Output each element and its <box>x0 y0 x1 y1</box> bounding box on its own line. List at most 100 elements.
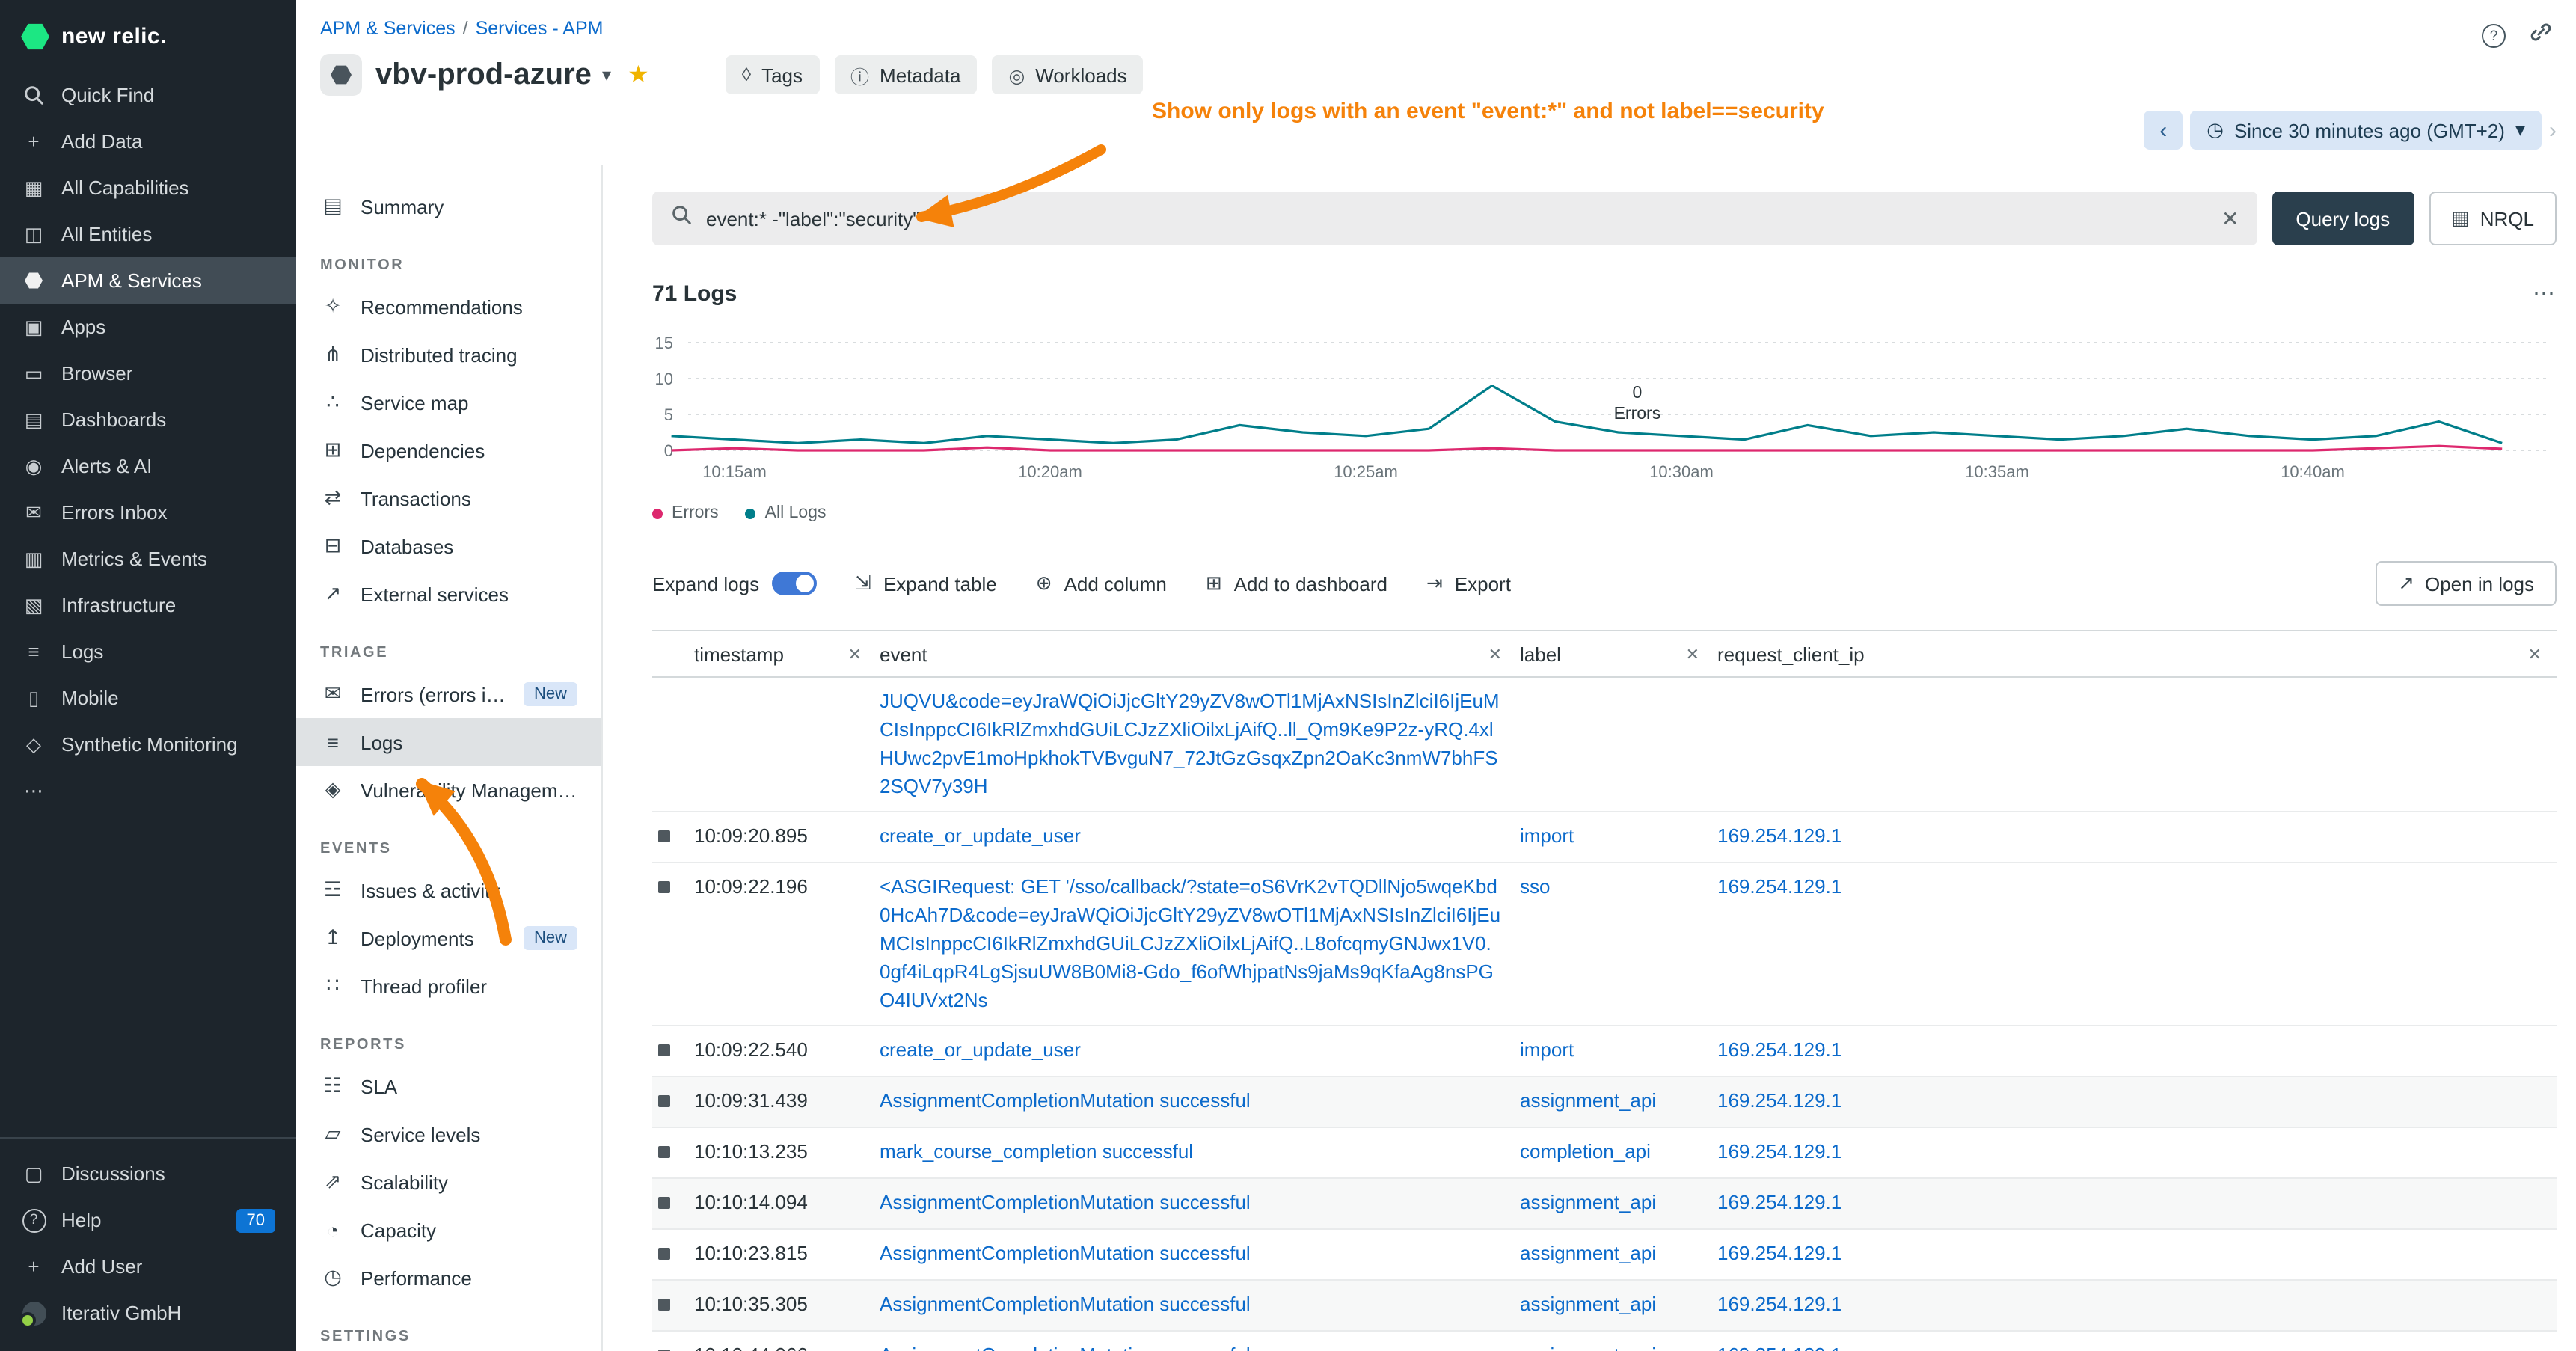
log-label-link[interactable]: assignment_api <box>1517 1230 1714 1279</box>
log-client-ip-link[interactable]: 169.254.129.1 <box>1714 1078 2557 1127</box>
help-icon[interactable]: ? <box>2482 24 2506 48</box>
service-nav-item-service-levels[interactable]: ▱Service levels <box>296 1110 601 1158</box>
log-event-link[interactable]: AssignmentCompletionMutation successful <box>877 1280 1517 1329</box>
sidebar-item-logs[interactable]: ≡Logs <box>0 628 296 675</box>
export-button[interactable]: ⇥ Export <box>1426 572 1511 595</box>
sidebar-item-quick-find[interactable]: Quick Find <box>0 72 296 118</box>
service-nav-item-service-map[interactable]: ∴Service map <box>296 379 601 426</box>
column-header-event[interactable]: event✕ <box>877 643 1517 665</box>
service-nav-item-transactions[interactable]: ⇄Transactions <box>296 474 601 522</box>
log-event-link[interactable]: AssignmentCompletionMutation successful <box>877 1078 1517 1127</box>
column-header-label[interactable]: label✕ <box>1517 643 1714 665</box>
log-label-link[interactable]: import <box>1517 813 1714 863</box>
sidebar-item-iterativ-gmbh[interactable]: Iterativ GmbH <box>0 1290 296 1336</box>
log-row[interactable]: 10:10:14.094AssignmentCompletionMutation… <box>652 1179 2557 1230</box>
sidebar-item-apm-services[interactable]: APM & Services <box>0 257 296 304</box>
favorite-star-icon[interactable]: ★ <box>628 60 649 90</box>
log-client-ip-link[interactable]: 169.254.129.1 <box>1714 1128 2557 1177</box>
time-back-button[interactable]: ‹ <box>2144 111 2183 150</box>
sidebar-item-synthetic-monitoring[interactable]: ◇Synthetic Monitoring <box>0 721 296 768</box>
sidebar-item-apps[interactable]: ▣Apps <box>0 304 296 350</box>
service-nav-item-databases[interactable]: ⊟Databases <box>296 522 601 570</box>
service-nav-item-deployments[interactable]: ↥DeploymentsNew <box>296 914 601 962</box>
log-row[interactable]: 10:10:44.066AssignmentCompletionMutation… <box>652 1331 2557 1351</box>
service-nav-item-issues-activity[interactable]: ☲Issues & activity <box>296 866 601 914</box>
service-nav-item-capacity[interactable]: ◔Capacity <box>296 1206 601 1254</box>
add-column-button[interactable]: ⊕ Add column <box>1036 572 1167 595</box>
sidebar-item-alerts-ai[interactable]: ◉Alerts & AI <box>0 443 296 489</box>
metadata-button[interactable]: ⓘ Metadata <box>834 55 977 94</box>
logs-query-input[interactable]: event:* -"label":"security" ✕ <box>652 192 2257 245</box>
row-marker-icon[interactable] <box>658 1197 670 1209</box>
entity-switcher-caret-icon[interactable]: ▾ <box>602 64 611 85</box>
log-row[interactable]: 10:10:35.305AssignmentCompletionMutation… <box>652 1280 2557 1331</box>
log-row[interactable]: 10:09:31.439AssignmentCompletionMutation… <box>652 1078 2557 1129</box>
service-nav-item-summary[interactable]: ▤Summary <box>296 183 601 230</box>
log-row[interactable]: 10:09:20.895create_or_update_userimport1… <box>652 813 2557 864</box>
row-marker-icon[interactable] <box>658 1248 670 1260</box>
sidebar-item-all-capabilities[interactable]: ▦All Capabilities <box>0 165 296 211</box>
remove-column-icon[interactable]: ✕ <box>2528 644 2542 664</box>
log-label-link[interactable]: assignment_api <box>1517 1078 1714 1127</box>
breadcrumb-services-apm[interactable]: Services - APM <box>476 18 604 39</box>
log-event-link[interactable]: AssignmentCompletionMutation successful <box>877 1230 1517 1279</box>
open-in-logs-button[interactable]: ↗ Open in logs <box>2376 561 2557 606</box>
service-nav-item-distributed-tracing[interactable]: ⋔Distributed tracing <box>296 331 601 379</box>
log-label-link[interactable]: completion_api <box>1517 1128 1714 1177</box>
sidebar-item-dashboards[interactable]: ▤Dashboards <box>0 396 296 443</box>
row-marker-icon[interactable] <box>658 881 670 893</box>
sidebar-item-add-data[interactable]: +Add Data <box>0 118 296 165</box>
log-event-link[interactable]: AssignmentCompletionMutation successful <box>877 1331 1517 1351</box>
sidebar-item-discussions[interactable]: ▢Discussions <box>0 1151 296 1197</box>
workloads-button[interactable]: ◎ Workloads <box>992 55 1143 94</box>
column-header-timestamp[interactable]: timestamp✕ <box>691 643 877 665</box>
time-range-button[interactable]: ◷ Since 30 minutes ago (GMT+2) ▾ <box>2190 111 2542 150</box>
row-marker-icon[interactable] <box>658 1298 670 1310</box>
toggle-on-icon[interactable] <box>771 572 816 595</box>
sidebar-item-help[interactable]: ?Help70 <box>0 1197 296 1243</box>
log-row[interactable]: 10:10:13.235mark_course_completion succe… <box>652 1128 2557 1179</box>
add-to-dashboard-button[interactable]: ⊞ Add to dashboard <box>1206 572 1387 595</box>
log-row[interactable]: JUQVU&code=eyJraWQiOiJjcGltY29yZV8wOTl1M… <box>652 678 2557 813</box>
row-marker-icon[interactable] <box>658 1146 670 1158</box>
log-event-link[interactable]: AssignmentCompletionMutation successful <box>877 1179 1517 1228</box>
log-client-ip-link[interactable]: 169.254.129.1 <box>1714 1027 2557 1076</box>
remove-column-icon[interactable]: ✕ <box>1686 644 1699 664</box>
sidebar-item-errors-inbox[interactable]: ✉Errors Inbox <box>0 489 296 536</box>
log-event-link[interactable]: create_or_update_user <box>877 813 1517 863</box>
log-label-link[interactable]: assignment_api <box>1517 1280 1714 1329</box>
log-event-link[interactable]: create_or_update_user <box>877 1027 1517 1076</box>
log-row[interactable]: 10:09:22.196<ASGIRequest: GET '/sso/call… <box>652 863 2557 1026</box>
chart-options-kebab-icon[interactable]: ⋯ <box>2533 280 2557 307</box>
log-client-ip-link[interactable]: 169.254.129.1 <box>1714 1280 2557 1329</box>
row-marker-icon[interactable] <box>658 1045 670 1057</box>
query-logs-button[interactable]: Query logs <box>2272 192 2414 245</box>
remove-column-icon[interactable]: ✕ <box>1488 644 1502 664</box>
column-header-request-client-ip[interactable]: request_client_ip✕ <box>1714 643 2557 665</box>
service-nav-item-thread-profiler[interactable]: ∷Thread profiler <box>296 962 601 1010</box>
log-label-link[interactable]: sso <box>1517 863 1714 913</box>
log-label-link[interactable]: assignment_api <box>1517 1331 1714 1351</box>
service-nav-item-errors-errors-inb[interactable]: ✉Errors (errors inb...New <box>296 670 601 718</box>
service-nav-item-sla[interactable]: ☷SLA <box>296 1062 601 1110</box>
clear-query-icon[interactable]: ✕ <box>2221 206 2239 231</box>
log-event-link[interactable]: <ASGIRequest: GET '/sso/callback/?state=… <box>877 863 1517 1025</box>
sidebar-item-all-entities[interactable]: ◫All Entities <box>0 211 296 257</box>
sidebar-item-mobile[interactable]: ▯Mobile <box>0 675 296 721</box>
remove-column-icon[interactable]: ✕ <box>848 644 862 664</box>
log-row[interactable]: 10:09:22.540create_or_update_userimport1… <box>652 1027 2557 1078</box>
log-client-ip-link[interactable]: 169.254.129.1 <box>1714 1331 2557 1351</box>
nrql-button[interactable]: ▦ NRQL <box>2429 192 2557 245</box>
expand-table-button[interactable]: ⇲ Expand table <box>855 572 997 595</box>
expand-logs-toggle[interactable]: Expand logs <box>652 572 816 595</box>
log-event-link[interactable]: mark_course_completion successful <box>877 1128 1517 1177</box>
log-event-link[interactable]: JUQVU&code=eyJraWQiOiJjcGltY29yZV8wOTl1M… <box>877 678 1517 812</box>
sidebar-item-more[interactable]: ⋯ <box>0 768 296 814</box>
sidebar-item-add-user[interactable]: +Add User <box>0 1243 296 1290</box>
log-client-ip-link[interactable]: 169.254.129.1 <box>1714 1230 2557 1279</box>
sidebar-item-browser[interactable]: ▭Browser <box>0 350 296 396</box>
breadcrumb-apm-services[interactable]: APM & Services <box>320 18 456 39</box>
legend-all-logs[interactable]: All Logs <box>746 504 827 522</box>
row-marker-icon[interactable] <box>658 1096 670 1108</box>
log-client-ip-link[interactable]: 169.254.129.1 <box>1714 1179 2557 1228</box>
